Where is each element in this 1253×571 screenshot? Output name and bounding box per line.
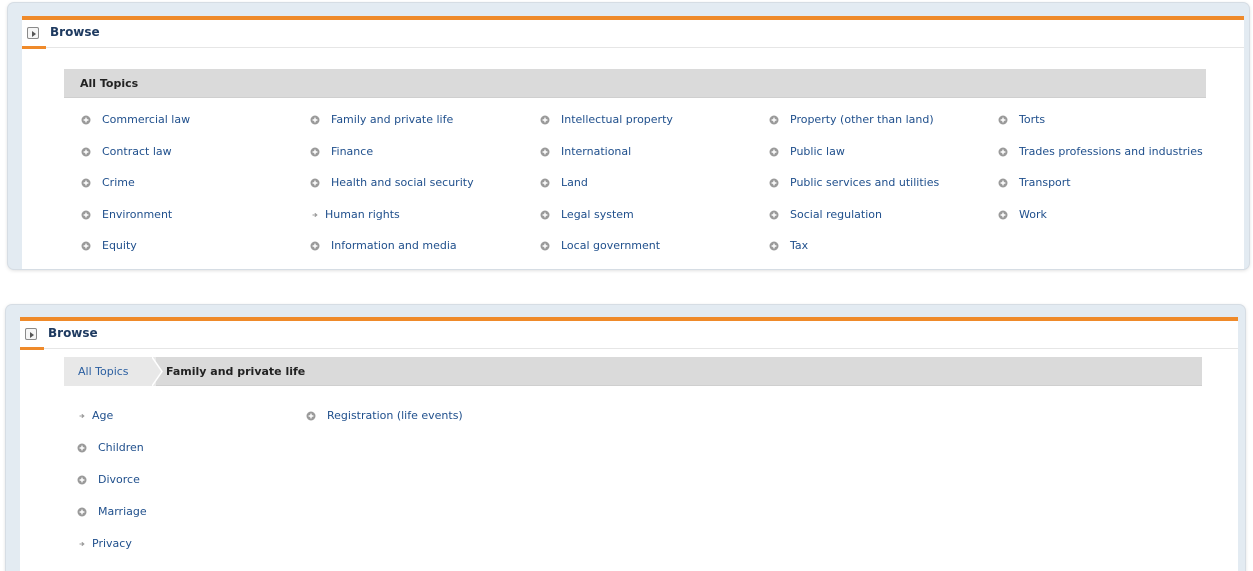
browse-panel: Browse All Topics Commercial law Contract…	[22, 16, 1244, 269]
topic-label: Children	[98, 441, 144, 454]
breadcrumb-current: Family and private life	[166, 365, 306, 378]
circle-plus-icon	[540, 115, 550, 125]
circle-plus-icon	[769, 178, 779, 188]
circle-plus-icon	[998, 178, 1008, 188]
circle-plus-icon	[77, 507, 87, 517]
small-arrow-icon	[312, 212, 318, 217]
topic-label: Commercial law	[102, 113, 191, 126]
browse-header[interactable]: Browse	[22, 20, 1244, 49]
browse-panel: Browse All Topics Family and private lif…	[20, 317, 1238, 571]
topic-label: Marriage	[98, 505, 147, 518]
topic-label: Equity	[102, 239, 137, 252]
circle-plus-icon	[998, 147, 1008, 156]
topic-label: Trades professions and industries	[1019, 144, 1203, 158]
circle-plus-icon	[998, 115, 1008, 125]
topic-label: Age	[92, 409, 114, 422]
topic-label: Torts	[1019, 113, 1046, 126]
circle-plus-icon	[998, 210, 1008, 219]
topic-label: Registration (life events)	[327, 409, 463, 422]
breadcrumb: All Topics Family and private life	[64, 357, 1202, 386]
topic-label: Public law	[790, 144, 845, 158]
circle-plus-icon	[77, 443, 87, 453]
breadcrumb-current: All Topics	[80, 77, 139, 90]
topic-label: Information and media	[331, 239, 457, 252]
topic-label: Intellectual property	[561, 113, 673, 126]
circle-plus-icon	[769, 241, 779, 251]
circle-plus-icon	[310, 115, 320, 125]
circle-plus-icon	[769, 115, 779, 125]
circle-plus-icon	[310, 147, 320, 156]
topic-label: International	[561, 144, 632, 158]
topic-label: Finance	[331, 144, 374, 158]
breadcrumb: All Topics	[64, 69, 1206, 98]
topic-label: Human rights	[325, 207, 400, 221]
circle-plus-icon	[81, 115, 91, 125]
topic-label: Land	[561, 176, 588, 189]
breadcrumb-separator-icon	[152, 357, 163, 386]
expand-icon[interactable]	[25, 328, 37, 340]
topic-label: Health and social security	[331, 176, 474, 189]
topic-label: Privacy	[92, 537, 132, 550]
accent-underline	[22, 46, 46, 49]
circle-plus-icon	[306, 411, 316, 421]
circle-plus-icon	[540, 241, 550, 251]
circle-plus-icon	[77, 475, 87, 485]
circle-plus-icon	[310, 241, 320, 251]
small-arrow-icon	[79, 413, 85, 419]
topic-label: Work	[1019, 207, 1047, 221]
screenshot-all-topics: Browse All Topics Commercial law Contract…	[8, 3, 1249, 269]
topic-label: Contract law	[102, 144, 172, 158]
circle-plus-icon	[81, 210, 91, 219]
circle-plus-icon	[540, 147, 550, 156]
topic-label: Crime	[102, 176, 135, 189]
circle-plus-icon	[81, 178, 91, 188]
circle-plus-icon	[769, 210, 779, 219]
topic-label: Family and private life	[331, 113, 454, 126]
topic-label: Transport	[1019, 176, 1071, 189]
expand-icon[interactable]	[27, 27, 39, 39]
circle-plus-icon	[540, 178, 550, 188]
topic-label: Social regulation	[790, 207, 882, 221]
small-arrow-icon	[79, 541, 85, 547]
topic-label: Tax	[790, 239, 809, 252]
breadcrumb-link-all-topics[interactable]: All Topics	[64, 357, 156, 386]
browse-title: Browse	[48, 326, 98, 340]
circle-plus-icon	[769, 147, 779, 156]
circle-plus-icon	[81, 147, 91, 156]
topic-label: Environment	[102, 207, 173, 221]
browse-header[interactable]: Browse	[20, 321, 1238, 350]
browse-title: Browse	[50, 25, 100, 39]
topic-label: Property (other than land)	[790, 113, 934, 126]
topic-label: Local government	[561, 239, 661, 252]
circle-plus-icon	[310, 178, 320, 188]
topic-label: Public services and utilities	[790, 176, 940, 189]
accent-underline	[20, 347, 44, 350]
circle-plus-icon	[540, 210, 550, 219]
circle-plus-icon	[81, 241, 91, 251]
screenshot-family-topics: Browse All Topics Family and private lif…	[6, 305, 1245, 571]
topic-label: Legal system	[561, 207, 634, 221]
topic-label: Divorce	[98, 473, 140, 486]
